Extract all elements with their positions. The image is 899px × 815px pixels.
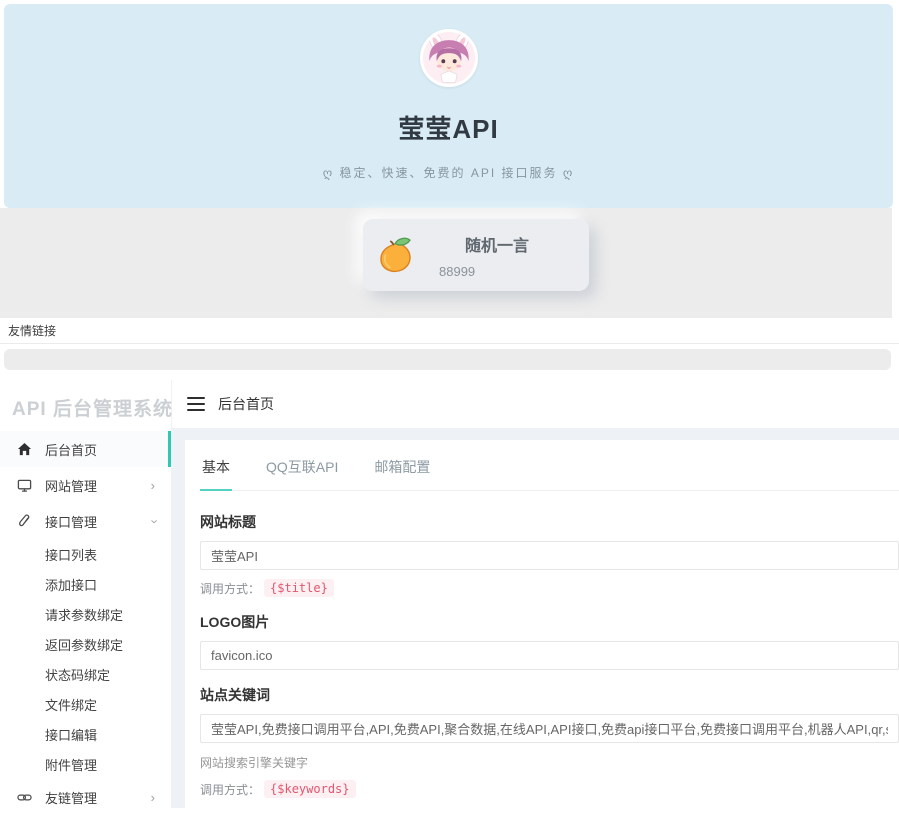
anime-girl-avatar-icon bbox=[423, 32, 475, 84]
call-method-prefix: 调用方式： bbox=[200, 781, 260, 798]
logo-image-label: LOGO图片 bbox=[200, 612, 899, 632]
hero-banner: 莹莹API ღ 稳定、快速、免费的 API 接口服务 ღ bbox=[4, 4, 893, 208]
quote-card-title: 随机一言 bbox=[417, 232, 577, 256]
friend-links-section: 友情链接 bbox=[0, 318, 899, 344]
sidebar-item-label: 后台首页 bbox=[45, 440, 97, 459]
hamburger-menu-icon[interactable] bbox=[187, 397, 205, 411]
sidebar-subitem-api-list[interactable]: 接口列表 bbox=[0, 539, 171, 569]
chevron-right-icon: › bbox=[151, 791, 155, 804]
sidebar-subitem-label: 返回参数绑定 bbox=[45, 635, 123, 654]
sidebar-item-label: 友链管理 bbox=[45, 788, 97, 807]
sidebar-item-website-management[interactable]: 网站管理 › bbox=[0, 467, 171, 503]
sidebar-item-friend-link-management[interactable]: 友链管理 › bbox=[0, 779, 171, 815]
sidebar-subitem-file-binding[interactable]: 文件绑定 bbox=[0, 689, 171, 719]
sidebar-subitem-label: 状态码绑定 bbox=[45, 665, 110, 684]
chevron-down-icon: › bbox=[148, 519, 161, 523]
settings-panel: 基本 QQ互联API 邮箱配置 网站标题 调用方式： {$title} LOGO… bbox=[185, 440, 899, 808]
sidebar-subitem-label: 附件管理 bbox=[45, 755, 97, 774]
admin-brand-title: API 后台管理系统 bbox=[0, 380, 171, 431]
sidebar-subitem-request-param-binding[interactable]: 请求参数绑定 bbox=[0, 599, 171, 629]
home-icon bbox=[16, 441, 32, 457]
tab-mail-config[interactable]: 邮箱配置 bbox=[372, 449, 432, 490]
logo-image-input[interactable] bbox=[200, 641, 899, 670]
sidebar-subitem-return-param-binding[interactable]: 返回参数绑定 bbox=[0, 629, 171, 659]
settings-tabs: 基本 QQ互联API 邮箱配置 bbox=[200, 440, 899, 491]
sidebar-subitem-label: 文件绑定 bbox=[45, 695, 97, 714]
chevron-right-icon: › bbox=[151, 479, 155, 492]
site-keywords-label: 站点关键词 bbox=[200, 685, 899, 705]
site-title-input[interactable] bbox=[200, 541, 899, 570]
chain-link-icon bbox=[16, 789, 32, 805]
topbar-title: 后台首页 bbox=[218, 394, 274, 414]
sidebar-subitem-add-api[interactable]: 添加接口 bbox=[0, 569, 171, 599]
avatar bbox=[420, 29, 478, 87]
tab-qq-connect-api[interactable]: QQ互联API bbox=[264, 449, 340, 490]
sidebar-item-api-management[interactable]: 接口管理 › bbox=[0, 503, 171, 539]
sidebar-subitem-label: 接口列表 bbox=[45, 545, 97, 564]
keywords-helper-text: 网站搜索引擎关键字 bbox=[200, 754, 899, 771]
sidebar-subitem-attachment-management[interactable]: 附件管理 bbox=[0, 749, 171, 779]
sidebar-subitem-api-edit[interactable]: 接口编辑 bbox=[0, 719, 171, 749]
mango-icon bbox=[375, 234, 417, 276]
admin-panel: API 后台管理系统 后台首页 网站管理 › 接口管理 › 接口列表 添加接口 … bbox=[0, 380, 899, 808]
admin-topbar: 后台首页 bbox=[172, 380, 899, 428]
sidebar-subitem-label: 添加接口 bbox=[45, 575, 97, 594]
site-title-label: 网站标题 bbox=[200, 512, 899, 532]
call-method-prefix: 调用方式： bbox=[200, 580, 260, 597]
admin-content-background: 基本 QQ互联API 邮箱配置 网站标题 调用方式： {$title} LOGO… bbox=[172, 428, 899, 808]
paperclip-icon bbox=[16, 513, 32, 529]
site-title: 莹莹API bbox=[398, 109, 498, 146]
sidebar-subitem-label: 请求参数绑定 bbox=[45, 605, 123, 624]
basic-settings-form: 网站标题 调用方式： {$title} LOGO图片 站点关键词 网站搜索引擎关… bbox=[200, 491, 899, 808]
friend-links-empty-strip bbox=[4, 349, 891, 370]
admin-sidebar: API 后台管理系统 后台首页 网站管理 › 接口管理 › 接口列表 添加接口 … bbox=[0, 380, 172, 808]
keywords-variable-code: {$keywords} bbox=[264, 780, 355, 798]
call-method-line: 调用方式： {$keywords} bbox=[200, 780, 899, 798]
sidebar-item-label: 接口管理 bbox=[45, 512, 97, 531]
title-variable-code: {$title} bbox=[264, 579, 334, 597]
site-subtitle: ღ 稳定、快速、免费的 API 接口服务 ღ bbox=[323, 164, 575, 181]
quote-card-body: 随机一言 88999 bbox=[417, 232, 577, 279]
tab-basic[interactable]: 基本 bbox=[200, 449, 232, 490]
sidebar-subitem-status-code-binding[interactable]: 状态码绑定 bbox=[0, 659, 171, 689]
sidebar-item-dashboard[interactable]: 后台首页 bbox=[0, 431, 171, 467]
site-keywords-input[interactable] bbox=[200, 714, 899, 743]
call-method-line: 调用方式： {$title} bbox=[200, 579, 899, 597]
quote-card-count: 88999 bbox=[417, 264, 577, 279]
sidebar-item-label: 网站管理 bbox=[45, 476, 97, 495]
monitor-icon bbox=[16, 477, 32, 493]
random-quote-card[interactable]: 随机一言 88999 bbox=[363, 219, 589, 291]
friend-links-title: 友情链接 bbox=[8, 322, 56, 339]
sidebar-subitem-label: 接口编辑 bbox=[45, 725, 97, 744]
